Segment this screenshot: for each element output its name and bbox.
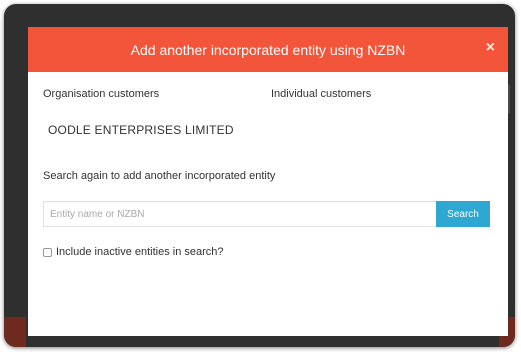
close-icon[interactable]: × — [486, 39, 495, 57]
modal-header: Add another incorporated entity using NZ… — [28, 27, 508, 72]
search-heading: Search again to add another incorporated… — [43, 170, 276, 182]
entity-search-input[interactable] — [43, 201, 436, 227]
search-button[interactable]: Search — [436, 201, 490, 227]
tab-organisation-customers[interactable]: Organisation customers — [43, 88, 159, 100]
tab-individual-customers[interactable]: Individual customers — [271, 88, 371, 100]
customer-tabs: Organisation customers Individual custom… — [43, 88, 493, 104]
modal-title: Add another incorporated entity using NZ… — [130, 41, 406, 58]
entity-name: OODLE ENTERPRISES LIMITED — [48, 123, 234, 137]
include-inactive-label[interactable]: Include inactive entities in search? — [56, 246, 224, 258]
include-inactive-option: Include inactive entities in search? — [43, 246, 224, 258]
nzbn-modal: Add another incorporated entity using NZ… — [28, 27, 508, 336]
backdrop-strip-left — [4, 317, 26, 347]
include-inactive-checkbox[interactable] — [43, 247, 52, 257]
app-window-frame: Add another incorporated entity using NZ… — [4, 4, 515, 347]
search-row: Search — [43, 201, 490, 227]
